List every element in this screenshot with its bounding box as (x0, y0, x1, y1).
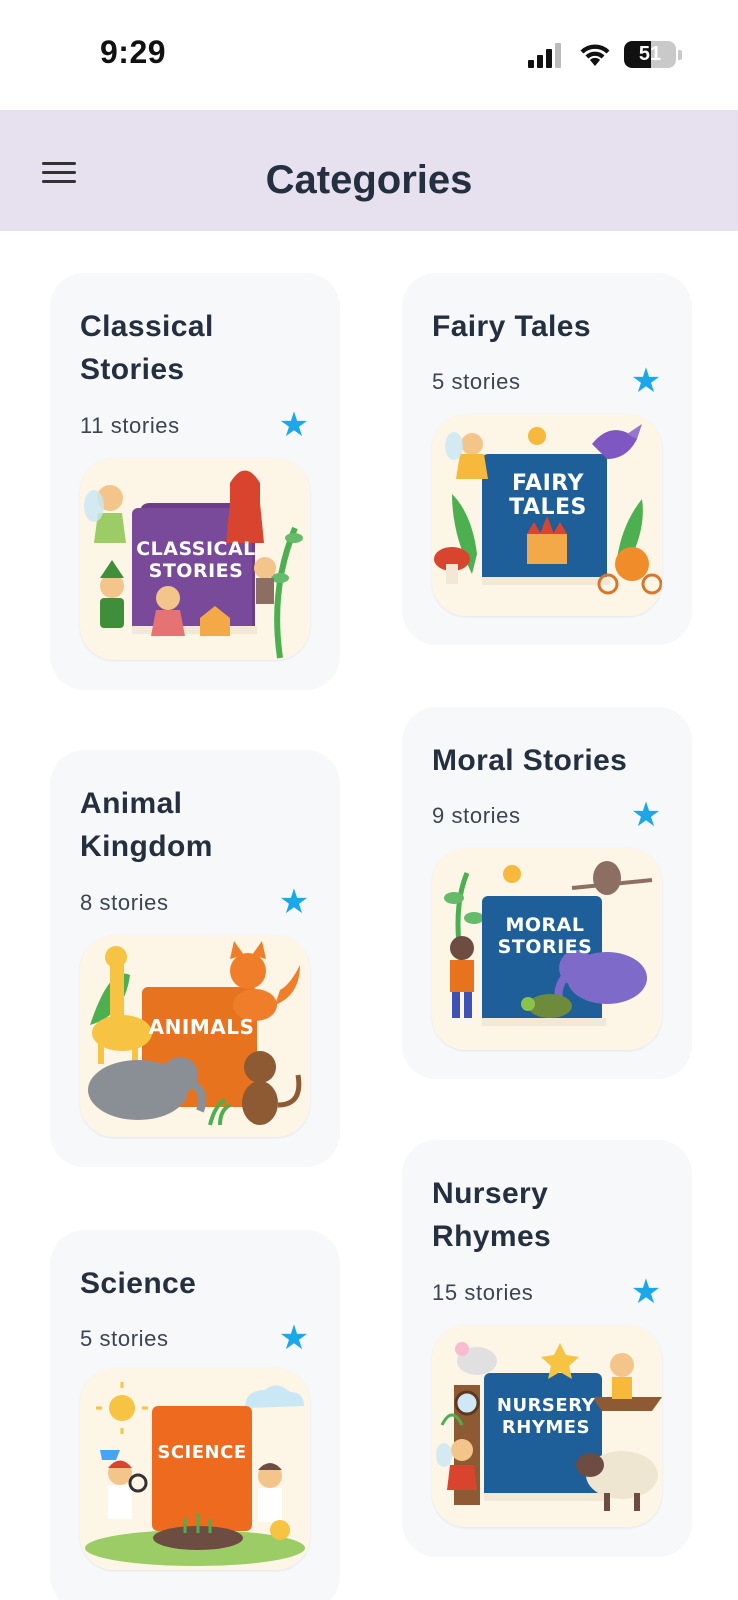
category-title: Classical Stories (80, 310, 214, 386)
wifi-icon (578, 40, 612, 68)
category-cover-image: MORAL STORIES (432, 848, 662, 1050)
battery-cap (678, 50, 682, 60)
category-cover-image: NURSERY RHYMES (432, 1325, 662, 1527)
story-count: 5 stories (80, 1326, 169, 1351)
star-icon[interactable]: ★ (278, 408, 310, 442)
category-title: Nursery Rhymes (432, 1177, 552, 1253)
cover-text: CLASSICAL STORIES (136, 538, 256, 582)
signal-icon (528, 42, 566, 68)
category-title: Moral Stories (432, 744, 628, 777)
category-card-science[interactable]: Science 5 stories ★ SCIENCE (50, 1230, 340, 1600)
app-header: Categories (0, 110, 738, 231)
status-time: 9:29 (100, 34, 167, 70)
story-count: 15 stories (432, 1280, 534, 1305)
cover-text: SCIENCE (157, 1442, 247, 1463)
category-card-nursery-rhymes[interactable]: Nursery Rhymes 15 stories ★ NURSERY RHYM… (402, 1140, 692, 1557)
category-card-classical-stories[interactable]: Classical Stories 11 stories ★ CLASSICAL… (50, 273, 340, 690)
star-icon[interactable]: ★ (630, 798, 662, 832)
cover-text: ANIMALS (148, 1015, 255, 1039)
category-card-animal-kingdom[interactable]: Animal Kingdom 8 stories ★ ANIMALS (50, 750, 340, 1167)
category-cover-image: ANIMALS (80, 935, 310, 1137)
story-count: 8 stories (80, 890, 169, 915)
battery-icon: 51 (624, 41, 676, 68)
category-card-fairy-tales[interactable]: Fairy Tales 5 stories ★ FAIRY TALES (402, 273, 692, 645)
story-count: 9 stories (432, 803, 521, 828)
star-icon[interactable]: ★ (630, 364, 662, 398)
category-cover-image: SCIENCE (80, 1368, 310, 1570)
category-cover-image: FAIRY TALES (432, 414, 662, 616)
story-count: 5 stories (432, 369, 521, 394)
star-icon[interactable]: ★ (278, 1321, 310, 1355)
category-title: Animal Kingdom (80, 787, 213, 863)
status-bar: 9:29 51 (0, 0, 738, 110)
science-illustration (80, 1368, 310, 1570)
category-title: Science (80, 1267, 197, 1300)
category-title: Fairy Tales (432, 310, 591, 343)
cover-text: MORAL STORIES (497, 914, 593, 958)
cover-text: FAIRY TALES (509, 471, 587, 520)
category-card-moral-stories[interactable]: Moral Stories 9 stories ★ MORAL STORIES (402, 707, 692, 1079)
page-title: Categories (265, 158, 473, 202)
cover-text: NURSERY RHYMES (496, 1395, 596, 1438)
star-icon[interactable]: ★ (278, 885, 310, 919)
story-count: 11 stories (80, 413, 180, 438)
category-cover-image: CLASSICAL STORIES (80, 458, 310, 660)
star-icon[interactable]: ★ (630, 1275, 662, 1309)
battery-percent: 51 (638, 43, 662, 65)
